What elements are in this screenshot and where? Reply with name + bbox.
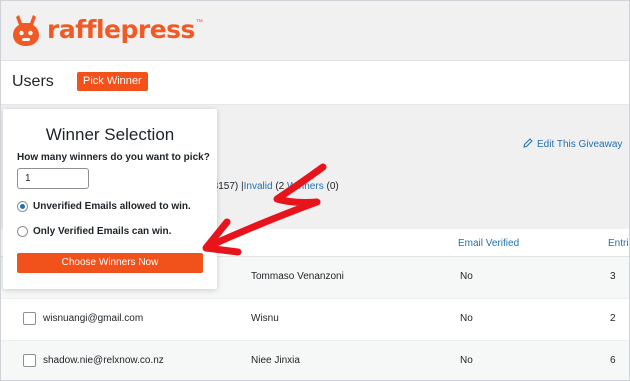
filter-count-invalid: (2 [275,181,285,192]
brand-bar: rafflepress ™ [1,1,629,61]
row-name: Niee Jinxia [251,355,300,366]
row-entries: 6 [610,355,616,366]
winner-count-label: How many winners do you want to pick? [17,152,210,163]
brand-trademark: ™ [195,18,203,26]
column-entries[interactable]: Entri [608,238,629,249]
row-name: Tommaso Venanzoni [251,271,344,282]
title-bar: Users Pick Winner [1,61,629,105]
row-email: wisnuangi@gmail.com [43,313,144,324]
row-name: Wisnu [251,313,279,324]
option-unverified[interactable]: Unverified Emails allowed to win. [17,201,191,212]
edit-giveaway-label: Edit This Giveaway [537,139,623,150]
row-entries: 3 [610,271,616,282]
option-verified-only[interactable]: Only Verified Emails can win. [17,226,171,237]
page-title: Users [12,73,54,90]
column-email-verified[interactable]: Email Verified [458,238,519,249]
row-entries: 2 [610,313,616,324]
popup-title: Winner Selection [45,125,175,144]
filter-winners-link[interactable]: Winners [287,181,324,192]
edit-giveaway-link[interactable]: Edit This Giveaway [523,138,622,151]
brand-logo[interactable]: rafflepress ™ [11,13,203,47]
row-verified: No [460,313,473,324]
table-row: wisnuangi@gmail.com Wisnu No 2 [1,299,629,341]
pick-winner-button[interactable]: Pick Winner [77,72,148,91]
row-checkbox[interactable] [23,312,36,325]
app-frame: rafflepress ™ Users Pick Winner Edit Thi… [0,0,630,381]
choose-winners-button[interactable]: Choose Winners Now [17,253,203,273]
row-verified: No [460,271,473,282]
pencil-icon [523,138,533,151]
radio-verified-only[interactable] [17,226,28,237]
option-unverified-label: Unverified Emails allowed to win. [33,201,191,212]
filter-invalid-link[interactable]: Invalid [244,181,273,192]
filter-count-winners: (0) [326,181,339,192]
table-row: shadow.nie@relxnow.co.nz Niee Jinxia No … [1,341,629,380]
row-checkbox[interactable] [23,354,36,367]
brand-name: rafflepress [47,15,195,44]
winner-selection-popup: Winner Selection How many winners do you… [3,109,217,289]
row-verified: No [460,355,473,366]
winner-count-input[interactable]: 1 [17,168,89,189]
rabbit-logo-icon [11,13,41,47]
row-email: shadow.nie@relxnow.co.nz [43,355,164,366]
filter-links: d (3157) |Invalid (2 Winners (0) [201,181,339,192]
radio-unverified[interactable] [17,201,28,212]
option-verified-only-label: Only Verified Emails can win. [33,226,172,237]
